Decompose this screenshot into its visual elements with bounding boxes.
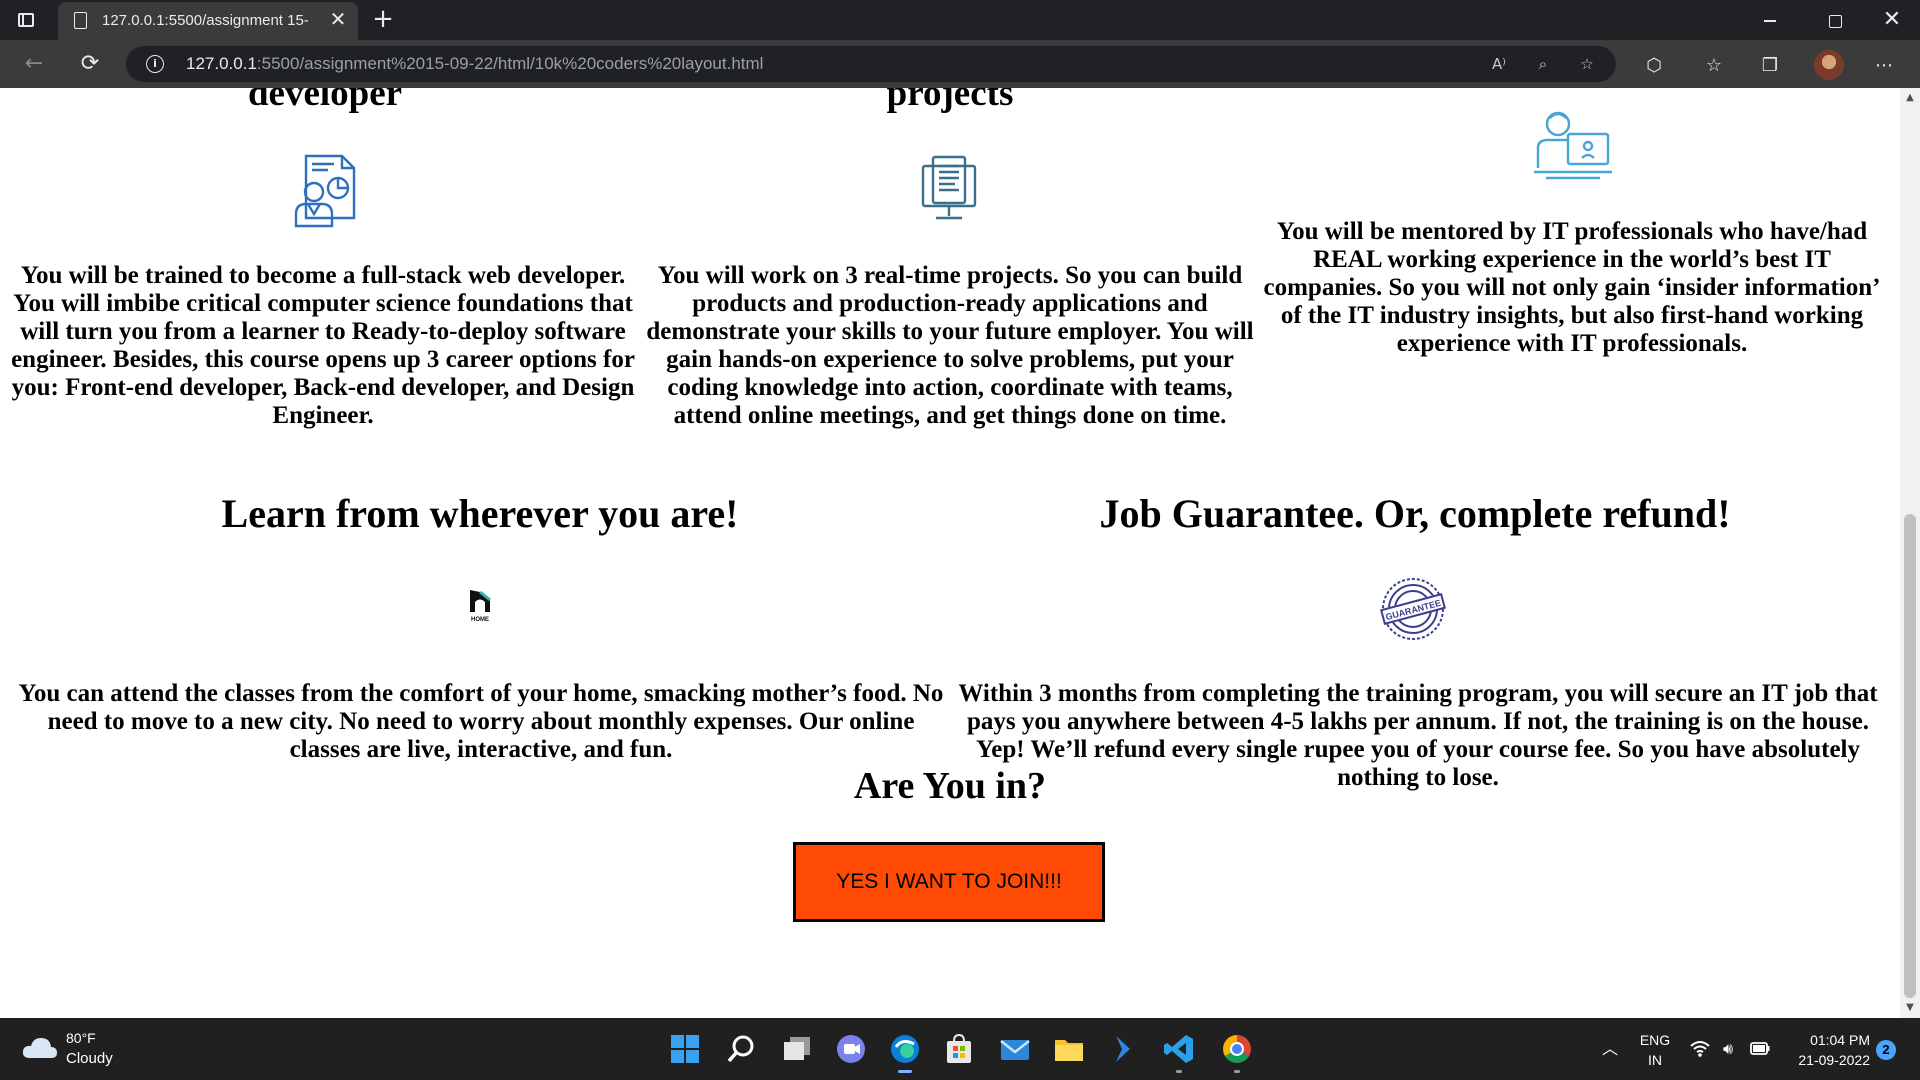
search-icon[interactable] bbox=[724, 1032, 758, 1066]
store-icon[interactable] bbox=[942, 1032, 976, 1066]
collections-icon[interactable]: ❐ bbox=[1758, 54, 1782, 78]
projects-heading: projects bbox=[886, 88, 1014, 114]
back-button[interactable]: ← bbox=[18, 48, 50, 80]
tab-title: 127.0.0.1:5500/assignment 15-09 bbox=[102, 12, 308, 29]
mentor-text: You will be mentored by IT professionals… bbox=[1263, 218, 1881, 357]
job-guarantee-heading: Job Guarantee. Or, complete refund! bbox=[1099, 491, 1731, 536]
weather-condition[interactable]: Cloudy bbox=[66, 1050, 113, 1067]
projects-text: You will work on 3 real-time projects. S… bbox=[646, 262, 1254, 429]
developer-text: You will be trained to become a full-sta… bbox=[11, 262, 635, 429]
url-text[interactable]: 127.0.0.1:5500/assignment%2015-09-22/htm… bbox=[186, 54, 763, 74]
file-explorer-icon[interactable] bbox=[1052, 1032, 1086, 1066]
language-region[interactable]: IN bbox=[1638, 1052, 1672, 1068]
site-info-icon[interactable]: i bbox=[146, 55, 164, 73]
computer-project-icon bbox=[918, 154, 980, 224]
restore-button[interactable] bbox=[1812, 4, 1856, 36]
minimize-button[interactable] bbox=[1748, 4, 1792, 36]
address-toolbar: ← ⟳ i 127.0.0.1:5500/assignment%2015-09-… bbox=[0, 40, 1920, 88]
vertical-scrollbar[interactable]: ▲ ▼ bbox=[1900, 88, 1920, 1018]
scroll-up-icon[interactable]: ▲ bbox=[1904, 92, 1916, 104]
tab-close-icon[interactable]: ✕ bbox=[326, 8, 350, 32]
scrollbar-thumb[interactable] bbox=[1904, 514, 1916, 998]
zoom-icon[interactable]: ⌕ bbox=[1530, 52, 1556, 76]
reload-button[interactable]: ⟳ bbox=[74, 48, 106, 80]
svg-text:HOME: HOME bbox=[471, 617, 489, 623]
address-bar[interactable]: i 127.0.0.1:5500/assignment%2015-09-22/h… bbox=[126, 46, 1616, 82]
chrome-icon[interactable] bbox=[1220, 1032, 1254, 1073]
battery-icon[interactable] bbox=[1748, 1038, 1772, 1060]
favorites-icon[interactable]: ☆ bbox=[1702, 54, 1726, 78]
vscode-icon[interactable] bbox=[1162, 1032, 1196, 1073]
join-button[interactable]: YES I WANT TO JOIN!!! bbox=[793, 842, 1105, 922]
weather-temperature[interactable]: 80°F bbox=[66, 1030, 96, 1046]
developer-heading: developer bbox=[247, 88, 403, 114]
edge-icon[interactable] bbox=[888, 1032, 922, 1073]
clock-date[interactable]: 21-09-2022 bbox=[1780, 1052, 1870, 1068]
show-hidden-icons-chevron-icon[interactable]: ︿ bbox=[1598, 1038, 1622, 1060]
language-indicator[interactable]: ENG bbox=[1638, 1032, 1672, 1048]
cta-heading: Are You in? bbox=[853, 765, 1047, 807]
more-menu-icon[interactable]: ⋯ bbox=[1872, 54, 1896, 78]
cloud-icon[interactable] bbox=[22, 1034, 58, 1060]
teams-chat-icon[interactable] bbox=[834, 1032, 868, 1066]
file-icon bbox=[74, 12, 87, 29]
volume-icon[interactable]: 🔊︎ bbox=[1716, 1038, 1740, 1060]
windows-taskbar: 80°F Cloudy ︿ ENG IN 🔊︎ 01:04 PM 21-09-2 bbox=[0, 1018, 1920, 1080]
learn-text: You can attend the classes from the comf… bbox=[18, 680, 944, 763]
profile-avatar[interactable] bbox=[1814, 50, 1844, 80]
developer-resume-icon bbox=[284, 150, 364, 230]
clock-time[interactable]: 01:04 PM bbox=[1790, 1032, 1870, 1048]
browser-tab[interactable]: 127.0.0.1:5500/assignment 15-09 ✕ bbox=[58, 2, 358, 40]
page-viewport: developer You will be trained to become … bbox=[0, 88, 1900, 1018]
read-aloud-icon[interactable]: A⁾ bbox=[1486, 52, 1512, 76]
browser-tab-bar: 127.0.0.1:5500/assignment 15-09 ✕ + ✕ bbox=[0, 0, 1920, 40]
close-window-button[interactable]: ✕ bbox=[1870, 4, 1914, 36]
new-tab-button[interactable]: + bbox=[368, 4, 398, 34]
scroll-down-icon[interactable]: ▼ bbox=[1904, 1002, 1916, 1014]
mail-icon[interactable] bbox=[998, 1032, 1032, 1066]
mentor-at-desk-icon bbox=[1532, 108, 1614, 184]
tab-actions-icon[interactable] bbox=[14, 8, 38, 32]
extensions-icon[interactable]: ⬡ bbox=[1642, 54, 1666, 78]
wifi-icon[interactable] bbox=[1688, 1038, 1712, 1060]
task-view-icon[interactable] bbox=[780, 1032, 814, 1066]
power-automate-icon[interactable] bbox=[1106, 1032, 1140, 1066]
guarantee-stamp-icon: GUARANTEE bbox=[1376, 574, 1450, 644]
start-icon[interactable] bbox=[668, 1032, 702, 1066]
home-logo-icon: HOME bbox=[464, 588, 496, 624]
favorite-star-icon[interactable]: ☆ bbox=[1574, 52, 1600, 76]
notification-badge[interactable]: 2 bbox=[1876, 1040, 1896, 1060]
learn-heading: Learn from wherever you are! bbox=[221, 491, 739, 536]
